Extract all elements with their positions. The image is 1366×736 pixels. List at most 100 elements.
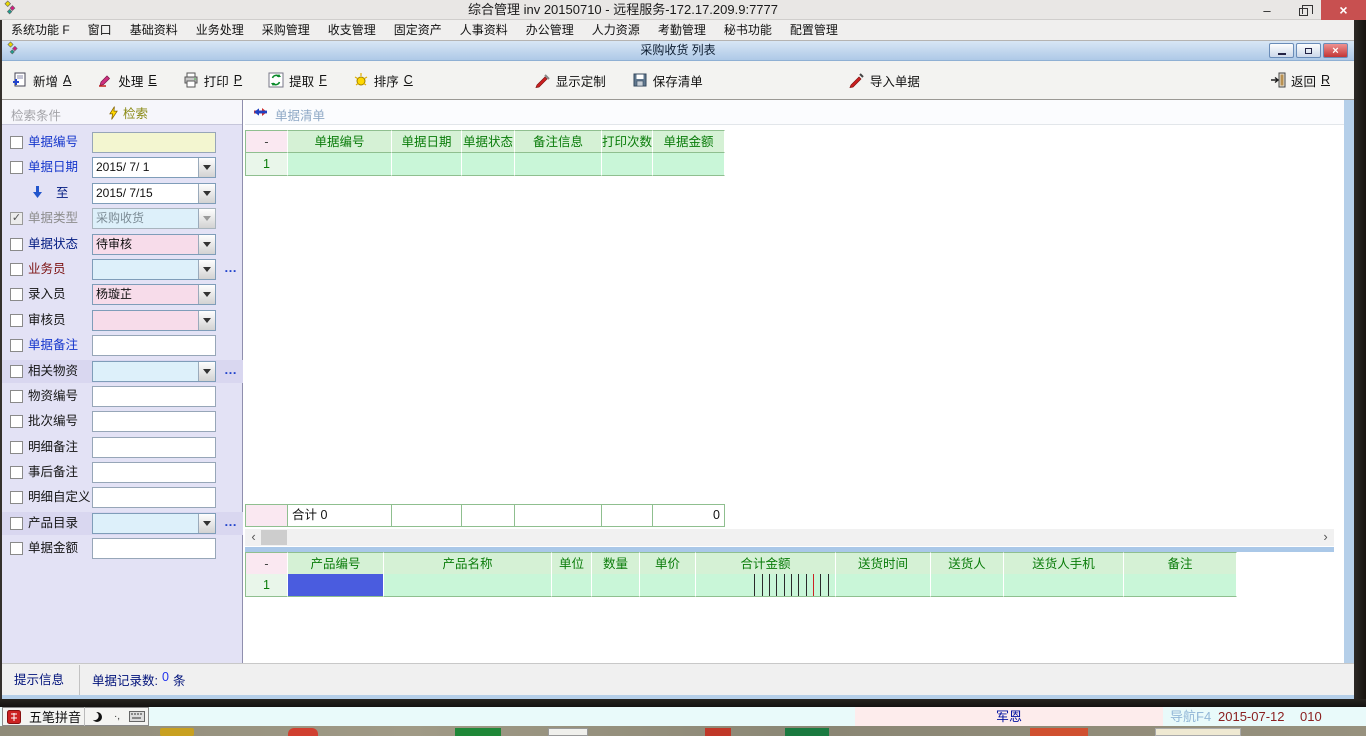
column-header[interactable]: 数量 — [592, 552, 640, 575]
doc-status-checkbox[interactable] — [10, 238, 23, 251]
entry-clerk-select[interactable]: 杨璇芷 — [92, 284, 216, 305]
menu-item-office[interactable]: 办公管理 — [517, 20, 583, 40]
unit-price-cell[interactable] — [640, 574, 696, 597]
column-header[interactable]: 打印次数 — [602, 130, 653, 153]
doc-amount-cell[interactable] — [653, 153, 725, 176]
doc-number-cell[interactable] — [288, 153, 392, 176]
save-list-button[interactable]: 保存清单 — [632, 71, 703, 90]
column-header[interactable]: 备注信息 — [515, 130, 602, 153]
print-count-cell[interactable] — [602, 153, 653, 176]
after-remark-checkbox[interactable] — [10, 466, 23, 479]
minimize-button[interactable]: – — [1249, 0, 1285, 20]
menu-item-business[interactable]: 业务处理 — [187, 20, 253, 40]
related-material-more-button[interactable]: … — [224, 362, 238, 377]
column-header[interactable]: 单价 — [640, 552, 696, 575]
column-header[interactable]: 单据金额 — [653, 130, 725, 153]
ime-mode-label[interactable]: 五笔拼音 — [26, 707, 85, 726]
column-header[interactable]: 单据日期 — [392, 130, 462, 153]
salesperson-select[interactable] — [92, 259, 216, 280]
doc-remark-input[interactable] — [92, 335, 216, 356]
material-number-input[interactable] — [92, 386, 216, 407]
detail-custom-input[interactable] — [92, 487, 216, 508]
deliverer-phone-cell[interactable] — [1004, 574, 1124, 597]
product-catalog-more-button[interactable]: … — [224, 514, 238, 529]
dropdown-arrow-icon[interactable] — [198, 260, 215, 279]
detail-remark-checkbox[interactable] — [10, 441, 23, 454]
dropdown-arrow-icon[interactable] — [198, 514, 215, 533]
sort-button[interactable]: 排序C — [353, 71, 413, 90]
ime-keyboard-icon[interactable] — [129, 709, 145, 724]
dropdown-arrow-icon[interactable] — [198, 311, 215, 330]
auditor-select[interactable] — [92, 310, 216, 331]
doc-date-to-select[interactable]: 2015/ 7/15 — [92, 183, 216, 204]
new-button[interactable]: 新增A — [12, 71, 71, 90]
detail-remark-input[interactable] — [92, 437, 216, 458]
detail-custom-checkbox[interactable] — [10, 491, 23, 504]
column-header[interactable]: 产品名称 — [384, 552, 552, 575]
extract-button[interactable]: 提取F — [268, 71, 327, 90]
ime-seal-icon[interactable] — [6, 709, 22, 724]
dropdown-arrow-icon[interactable] — [198, 184, 215, 203]
column-header[interactable]: 合计金额 — [696, 552, 836, 575]
print-button[interactable]: 打印P — [183, 71, 242, 90]
product-number-cell-selected[interactable] — [288, 574, 384, 597]
row-number-cell[interactable]: 1 — [245, 574, 288, 597]
column-header[interactable]: 产品编号 — [288, 552, 384, 575]
doc-amount-input[interactable] — [92, 538, 216, 559]
batch-number-input[interactable] — [92, 411, 216, 432]
close-button[interactable]: × — [1321, 0, 1366, 20]
menu-item-purchase[interactable]: 采购管理 — [253, 20, 319, 40]
material-number-checkbox[interactable] — [10, 390, 23, 403]
menu-item-secretary[interactable]: 秘书功能 — [715, 20, 781, 40]
search-button[interactable]: 检索 — [108, 103, 148, 122]
product-name-cell[interactable] — [384, 574, 552, 597]
doc-date-checkbox[interactable] — [10, 161, 23, 174]
import-button[interactable]: 导入单据 — [849, 71, 920, 90]
column-header[interactable]: 送货人手机 — [1004, 552, 1124, 575]
doc-date-cell[interactable] — [392, 153, 462, 176]
remark-cell[interactable] — [515, 153, 602, 176]
menu-item-hr[interactable]: 人力资源 — [583, 20, 649, 40]
column-header[interactable]: 单位 — [552, 552, 592, 575]
doc-status-select[interactable]: 待审核 — [92, 234, 216, 255]
process-button[interactable]: 处理E — [97, 71, 156, 90]
dropdown-arrow-icon[interactable] — [198, 235, 215, 254]
ime-toolbar[interactable]: 五笔拼音 ·, — [2, 707, 149, 726]
ime-punctuation-icon[interactable]: ·, — [109, 709, 125, 724]
dropdown-arrow-icon[interactable] — [198, 362, 215, 381]
quantity-cell[interactable] — [592, 574, 640, 597]
row-number-cell[interactable]: 1 — [245, 153, 288, 176]
product-catalog-checkbox[interactable] — [10, 517, 23, 530]
deliverer-cell[interactable] — [931, 574, 1004, 597]
scrollbar-thumb[interactable] — [261, 530, 287, 545]
dropdown-arrow-icon[interactable] — [198, 285, 215, 304]
doc-date-from-select[interactable]: 2015/ 7/ 1 — [92, 157, 216, 178]
menu-item-system[interactable]: 系统功能 F — [2, 20, 79, 40]
delivery-time-cell[interactable] — [836, 574, 931, 597]
menu-item-config[interactable]: 配置管理 — [781, 20, 847, 40]
menu-item-personnel[interactable]: 人事资料 — [451, 20, 517, 40]
remark-cell[interactable] — [1124, 574, 1237, 597]
related-material-select[interactable] — [92, 361, 216, 382]
column-header[interactable]: 单据状态 — [462, 130, 515, 153]
after-remark-input[interactable] — [92, 462, 216, 483]
column-header[interactable]: - — [245, 552, 288, 575]
doc-number-checkbox[interactable] — [10, 136, 23, 149]
column-header[interactable]: 送货人 — [931, 552, 1004, 575]
doc-number-input[interactable] — [92, 132, 216, 153]
menu-item-basic-data[interactable]: 基础资料 — [121, 20, 187, 40]
back-button[interactable]: 返回R — [1270, 71, 1330, 90]
unit-cell[interactable] — [552, 574, 592, 597]
total-amount-cell[interactable] — [696, 574, 836, 597]
column-header[interactable]: 单据编号 — [288, 130, 392, 153]
column-header[interactable]: - — [245, 130, 288, 153]
menu-item-window[interactable]: 窗口 — [79, 20, 121, 40]
horizontal-scrollbar[interactable]: ‹ › — [245, 529, 1334, 546]
doc-status-cell[interactable] — [462, 153, 515, 176]
restore-button[interactable] — [1285, 0, 1321, 20]
ime-fullhalf-icon[interactable] — [89, 709, 105, 724]
scroll-left-icon[interactable]: ‹ — [245, 529, 262, 546]
salesperson-more-button[interactable]: … — [224, 260, 238, 275]
salesperson-checkbox[interactable] — [10, 263, 23, 276]
menu-item-attendance[interactable]: 考勤管理 — [649, 20, 715, 40]
